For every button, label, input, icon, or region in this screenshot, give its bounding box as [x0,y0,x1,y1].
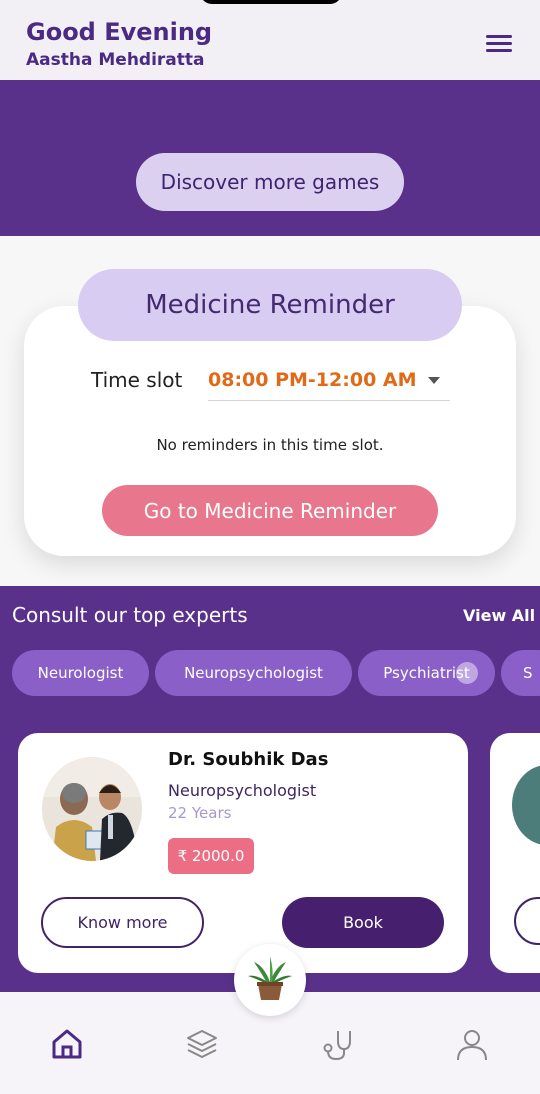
camera-notch [200,0,342,4]
view-all-link[interactable]: View All [463,606,535,625]
category-chip-neurologist[interactable]: Neurologist [12,650,149,696]
doctor-photo-partial [512,765,540,845]
experts-section: Consult our top experts View All Neurolo… [0,586,540,992]
doctor-card[interactable]: Dr. Soubhik Das Neuropsychologist 22 Yea… [18,733,468,973]
medicine-reminder-title: Medicine Reminder [78,269,462,341]
plant-icon[interactable] [234,944,306,1016]
doctor-specialty: Neuropsychologist [168,781,317,800]
discover-games-button[interactable]: Discover more games [136,153,404,211]
dropdown-arrow-icon[interactable] [428,377,440,384]
empty-reminder-text: No reminders in this time slot. [156,436,384,454]
games-banner: Discover more games [0,80,540,236]
touch-indicator [456,662,478,684]
category-chip-neuropsychologist[interactable]: Neuropsychologist [155,650,352,696]
layers-icon[interactable] [185,1027,219,1061]
know-more-button-partial[interactable] [514,897,540,945]
home-icon[interactable] [50,1027,84,1061]
dropdown-underline [208,400,450,401]
user-name: Aastha Mehdiratta [26,50,205,70]
consultation-fee-badge: ₹ 2000.0 [168,838,254,874]
go-to-medicine-reminder-button[interactable]: Go to Medicine Reminder [102,485,438,536]
category-chip-partial[interactable]: S [501,650,540,696]
profile-icon[interactable] [455,1027,489,1061]
app-screen: Good Evening Aastha Mehdiratta Discover … [0,0,540,1094]
stethoscope-icon[interactable] [320,1027,354,1061]
doctor-photo [42,757,142,861]
doctor-name: Dr. Soubhik Das [168,749,329,770]
doctor-card-partial[interactable] [490,733,540,973]
medicine-reminder-section: Medicine Reminder Time slot 08:00 PM-12:… [0,236,540,586]
hamburger-menu-icon[interactable] [486,35,512,53]
book-button[interactable]: Book [282,897,444,948]
experts-title: Consult our top experts [12,603,248,627]
header: Good Evening Aastha Mehdiratta [0,0,540,80]
time-slot-label: Time slot [91,368,183,392]
doctor-experience: 22 Years [168,804,232,822]
time-slot-dropdown[interactable]: 08:00 PM-12:00 AM [208,369,417,391]
greeting-text: Good Evening [26,18,213,46]
category-chip-psychiatrist[interactable]: Psychiatrist [358,650,495,696]
know-more-button[interactable]: Know more [41,897,204,948]
